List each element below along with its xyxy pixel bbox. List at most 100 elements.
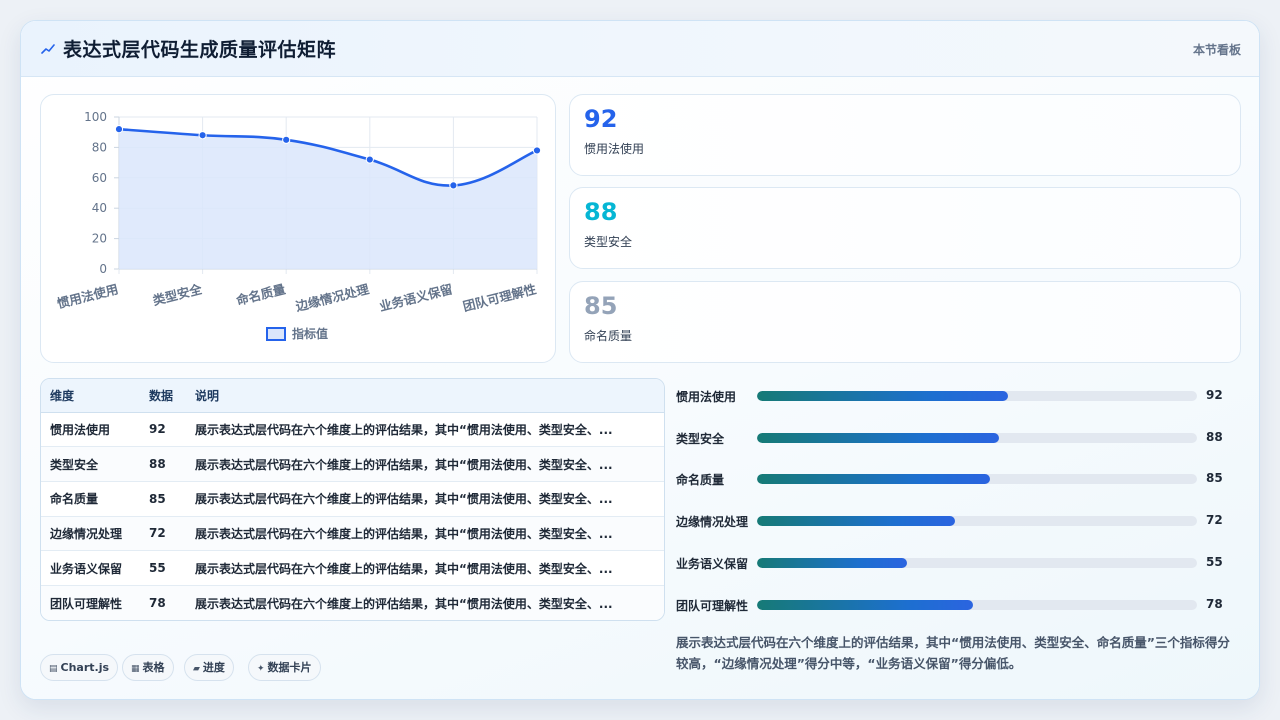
x-tick-label: 边缘情况处理 (293, 281, 371, 314)
progress-label: 命名质量 (676, 473, 725, 487)
progress-value: 55 (1206, 555, 1223, 569)
cell-description: 展示表达式层代码在六个维度上的评估结果，其中“惯用法使用、类型安全、... (186, 481, 664, 517)
table-icon: ▦ (131, 664, 140, 674)
x-tick-label: 类型安全 (151, 281, 204, 308)
cell-description: 展示表达式层代码在六个维度上的评估结果，其中“惯用法使用、类型安全、... (186, 412, 664, 448)
progress-label: 业务语义保留 (676, 557, 749, 571)
tag-table[interactable]: ▦ 表格 (122, 654, 174, 681)
progress-track (757, 600, 1197, 610)
column-header-value: 数据 (140, 379, 186, 413)
tag-progress[interactable]: ▰ 进度 (184, 654, 234, 681)
data-point (449, 181, 458, 190)
progress-label: 边缘情况处理 (676, 515, 749, 529)
progress-label: 团队可理解性 (676, 599, 749, 613)
stat-label: 惯用法使用 (584, 142, 645, 156)
cell-dimension: 类型安全 (41, 446, 140, 482)
stat-value: 92 (584, 105, 618, 133)
x-tick-label: 业务语义保留 (378, 281, 454, 314)
stat-label: 类型安全 (584, 235, 633, 249)
progress-label: 类型安全 (676, 432, 725, 446)
table-row: 团队可理解性 78 展示表达式层代码在六个维度上的评估结果，其中“惯用法使用、类… (41, 585, 664, 620)
cell-description: 展示表达式层代码在六个维度上的评估结果，其中“惯用法使用、类型安全、... (186, 585, 664, 620)
cell-dimension: 业务语义保留 (41, 550, 140, 586)
data-table-panel: 维度 数据 说明 惯用法使用 92 展示表达式层代码在六个维度上的评估结果，其中… (40, 378, 665, 621)
data-table: 维度 数据 说明 惯用法使用 92 展示表达式层代码在六个维度上的评估结果，其中… (41, 379, 664, 620)
line-chart: 0 20 40 60 80 100 惯用法使用 类型安全 命名质量 边缘情况处理 业务语义保留 团队可… (55, 110, 542, 341)
header-bar: 表达式层代码生成质量评估矩阵 本节看板 (21, 21, 1259, 77)
stat-card-3: 85 命名质量 (569, 281, 1241, 363)
stat-value: 85 (584, 292, 618, 320)
line-chart-panel: 0 20 40 60 80 100 惯用法使用 类型安全 命名质量 边缘情况处理 业务语义保留 团队可… (40, 94, 556, 363)
cell-description: 展示表达式层代码在六个维度上的评估结果，其中“惯用法使用、类型安全、... (186, 516, 664, 552)
cell-dimension: 团队可理解性 (41, 585, 140, 620)
table-row: 业务语义保留 55 展示表达式层代码在六个维度上的评估结果，其中“惯用法使用、类… (41, 550, 664, 586)
progress-track (757, 474, 1197, 484)
progress-row: 业务语义保留 55 (676, 553, 1236, 573)
progress-row: 类型安全 88 (676, 428, 1236, 448)
column-header-dimension: 维度 (41, 379, 140, 413)
tag-label: Chart.js (60, 661, 110, 674)
cell-dimension: 命名质量 (41, 481, 140, 517)
y-tick-label: 60 (92, 171, 107, 185)
data-point (198, 131, 207, 140)
cell-value: 85 (140, 481, 186, 517)
table-row: 类型安全 88 展示表达式层代码在六个维度上的评估结果，其中“惯用法使用、类型安… (41, 446, 664, 482)
section-board-link[interactable]: 本节看板 (1193, 41, 1241, 58)
progress-value: 85 (1206, 471, 1223, 485)
progress-track (757, 558, 1197, 568)
column-header-description: 说明 (186, 379, 664, 413)
y-tick-label: 40 (92, 201, 107, 215)
progress-fill (757, 558, 907, 568)
progress-track (757, 516, 1197, 526)
progress-fill (757, 433, 999, 443)
stat-card-2: 88 类型安全 (569, 187, 1241, 269)
y-tick-label: 0 (99, 262, 107, 276)
progress-fill (757, 391, 1008, 401)
progress-value: 78 (1206, 597, 1223, 611)
cell-description: 展示表达式层代码在六个维度上的评估结果，其中“惯用法使用、类型安全、... (186, 446, 664, 482)
page-title: 表达式层代码生成质量评估矩阵 (63, 39, 337, 61)
x-tick-label: 团队可理解性 (461, 281, 538, 314)
tag-chartjs[interactable]: ▤ Chart.js (40, 654, 119, 681)
progress-fill (757, 600, 973, 610)
line-chart-icon (41, 44, 55, 54)
data-point (114, 125, 124, 134)
progress-track (757, 391, 1197, 401)
legend-swatch (266, 327, 286, 341)
tag-label: 表格 (142, 661, 165, 674)
table-header-row: 维度 数据 说明 (41, 379, 664, 413)
cell-value: 55 (140, 550, 186, 586)
cell-value: 78 (140, 585, 186, 620)
cell-dimension: 惯用法使用 (41, 412, 140, 448)
tag-data-cards[interactable]: ✦ 数据卡片 (248, 654, 321, 681)
sparkle-icon: ✦ (257, 664, 265, 674)
progress-row: 命名质量 85 (676, 469, 1236, 489)
legend-label: 指标值 (292, 326, 328, 341)
cell-value: 72 (140, 516, 186, 552)
dashboard-card: 表达式层代码生成质量评估矩阵 本节看板 0 20 40 60 80 100 惯用法使用 类型安… (20, 20, 1260, 700)
progress-value: 92 (1206, 388, 1223, 402)
data-point (282, 135, 291, 144)
summary-text: 展示表达式层代码在六个维度上的评估结果，其中“惯用法使用、类型安全、命名质量”三… (676, 635, 1230, 671)
cell-description: 展示表达式层代码在六个维度上的评估结果，其中“惯用法使用、类型安全、... (186, 550, 664, 586)
x-tick-label: 惯用法使用 (55, 281, 119, 311)
stat-label: 命名质量 (584, 329, 633, 343)
table-row: 惯用法使用 92 展示表达式层代码在六个维度上的评估结果，其中“惯用法使用、类型… (41, 412, 664, 448)
stat-value: 88 (584, 198, 618, 226)
tag-label: 进度 (202, 661, 225, 674)
progress-row: 惯用法使用 92 (676, 386, 1236, 406)
series-area (119, 129, 537, 269)
x-tick-label: 命名质量 (234, 281, 288, 308)
y-tick-label: 80 (92, 140, 107, 154)
table-row: 边缘情况处理 72 展示表达式层代码在六个维度上的评估结果，其中“惯用法使用、类… (41, 516, 664, 552)
progress-fill (757, 474, 991, 484)
cell-dimension: 边缘情况处理 (41, 516, 140, 552)
chart-icon: ▤ (49, 664, 58, 674)
cell-value: 92 (140, 412, 186, 448)
data-point (365, 155, 374, 164)
cell-value: 88 (140, 446, 186, 482)
progress-row: 边缘情况处理 72 (676, 511, 1236, 531)
progress-icon: ▰ (193, 664, 200, 674)
progress-value: 88 (1206, 430, 1223, 444)
progress-fill (757, 516, 955, 526)
